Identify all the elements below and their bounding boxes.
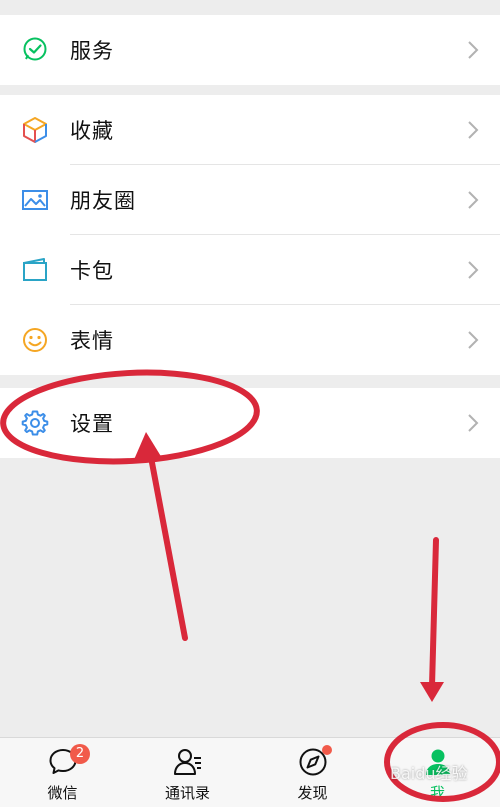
menu-item-label: 服务 [70, 39, 114, 63]
menu-item-stickers[interactable]: 表情 [0, 305, 500, 375]
service-icon [20, 35, 50, 65]
menu-item-cards[interactable]: 卡包 [0, 235, 500, 305]
cards-icon [20, 255, 50, 285]
tab-label: 通讯录 [164, 784, 210, 802]
favorites-icon [20, 115, 50, 145]
annotation-arrow-me-shaft [429, 537, 439, 689]
tab-chats[interactable]: 2 微信 [0, 738, 125, 807]
menu-group-service: 服务 [0, 15, 500, 85]
menu-item-settings[interactable]: 设置 [0, 388, 500, 458]
tab-contacts[interactable]: 通讯录 [125, 738, 250, 807]
chevron-right-icon [468, 41, 479, 59]
settings-icon [20, 408, 50, 438]
menu-item-moments[interactable]: 朋友圈 [0, 165, 500, 235]
chevron-right-icon [468, 121, 479, 139]
discover-notification-dot [322, 745, 332, 755]
menu-item-favorites[interactable]: 收藏 [0, 95, 500, 165]
menu-item-service[interactable]: 服务 [0, 15, 500, 85]
chevron-right-icon [468, 261, 479, 279]
watermark: Baidu经验 [390, 764, 468, 783]
menu-item-label: 卡包 [70, 259, 114, 283]
annotation-arrow-settings-shaft [147, 449, 188, 641]
tab-discover[interactable]: 发现 [250, 738, 375, 807]
moments-icon [20, 185, 50, 215]
contacts-icon [173, 749, 201, 775]
menu-group-main: 收藏 朋友圈 卡包 表情 [0, 95, 500, 375]
annotation-arrow-me-head [420, 682, 444, 702]
menu-item-label: 收藏 [70, 119, 114, 143]
tab-label: 发现 [297, 784, 328, 802]
chevron-right-icon [468, 191, 479, 209]
menu-group-settings: 设置 [0, 388, 500, 458]
menu-item-label: 表情 [70, 329, 114, 353]
stickers-icon [20, 325, 50, 355]
chevron-right-icon [468, 414, 479, 432]
tab-label: 我 [429, 784, 445, 802]
unread-badge: 2 [70, 744, 90, 764]
menu-item-label: 朋友圈 [70, 189, 136, 213]
chevron-right-icon [468, 331, 479, 349]
menu-item-label: 设置 [70, 412, 114, 436]
tab-label: 微信 [47, 784, 78, 802]
